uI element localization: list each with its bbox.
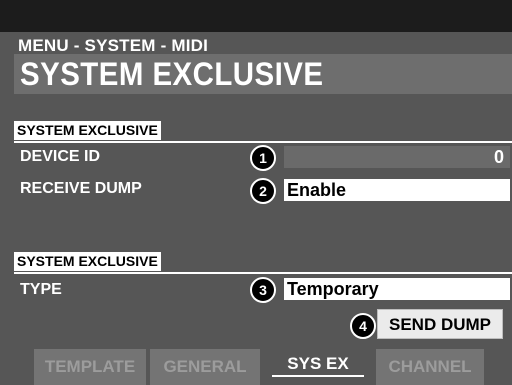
active-tab-underline (272, 375, 364, 377)
tab-bar: TEMPLATE GENERAL SYS EX CHANNEL (0, 349, 512, 385)
section-header-1-label: SYSTEM EXCLUSIVE (14, 121, 161, 140)
section-header-2: SYSTEM EXCLUSIVE (14, 252, 512, 274)
device-id-value[interactable]: 0 (284, 146, 510, 168)
top-bar (0, 0, 512, 32)
receive-dump-value[interactable]: Enable (284, 179, 510, 201)
tab-sys-ex[interactable]: SYS EX (264, 349, 372, 385)
tab-template[interactable]: TEMPLATE (34, 349, 146, 385)
callout-2-icon: 2 (250, 178, 276, 204)
tab-general[interactable]: GENERAL (150, 349, 260, 385)
title-bar: SYSTEM EXCLUSIVE (14, 54, 512, 94)
callout-1-icon: 1 (250, 145, 276, 171)
device-id-label: DEVICE ID (20, 148, 101, 165)
display-screen: MENU - SYSTEM - MIDI SYSTEM EXCLUSIVE SY… (0, 0, 512, 385)
tab-channel-label: CHANNEL (388, 357, 472, 376)
receive-dump-label: RECEIVE DUMP (20, 180, 142, 197)
page-title: SYSTEM EXCLUSIVE (20, 56, 324, 92)
callout-4-icon: 4 (350, 313, 376, 339)
tab-general-label: GENERAL (163, 357, 247, 376)
type-value[interactable]: Temporary (284, 278, 510, 300)
callout-3-icon: 3 (250, 277, 276, 303)
tab-template-label: TEMPLATE (44, 357, 136, 376)
tab-sys-ex-label: SYS EX (287, 354, 349, 373)
type-label: TYPE (20, 281, 62, 298)
send-dump-button[interactable]: SEND DUMP (377, 309, 503, 339)
section-header-1: SYSTEM EXCLUSIVE (14, 121, 512, 143)
breadcrumb: MENU - SYSTEM - MIDI (18, 36, 209, 55)
tab-channel[interactable]: CHANNEL (376, 349, 484, 385)
section-header-2-label: SYSTEM EXCLUSIVE (14, 252, 161, 271)
